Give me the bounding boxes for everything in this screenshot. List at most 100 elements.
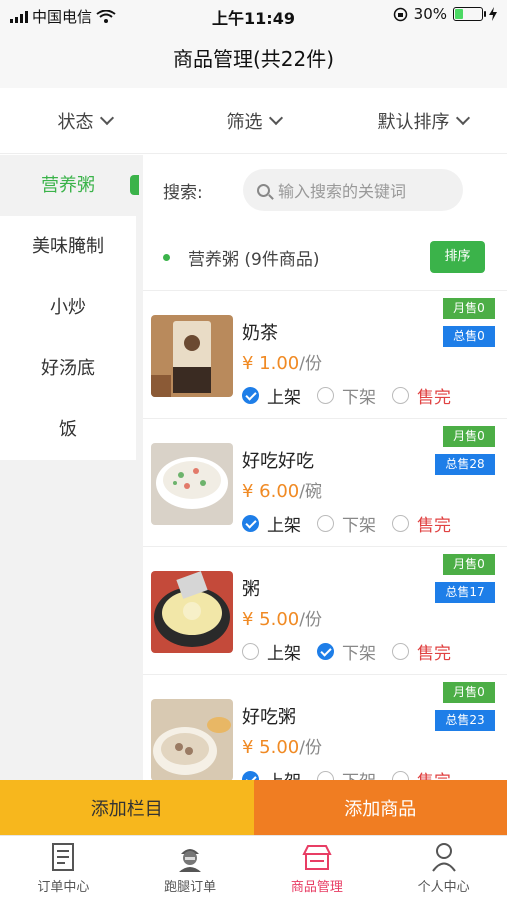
battery-icon: [453, 7, 486, 21]
filter-label: 筛选: [226, 111, 263, 133]
monthly-sales-badge: 月售0: [443, 426, 495, 447]
sort-button[interactable]: 排序: [430, 241, 485, 273]
product-price: ¥ 1.00/份: [242, 349, 322, 374]
battery-area: 30%: [393, 5, 497, 23]
tab-personal-center[interactable]: 个人中心: [380, 836, 507, 900]
sidebar-item-xiaochao[interactable]: 小炒: [0, 277, 136, 338]
status-sold-out-label: 售完: [417, 644, 451, 664]
status-sold-out-label: 售完: [417, 767, 451, 780]
product-item[interactable]: 好吃好吃 ¥ 6.00/碗 上架 下架 售完 月售0 总售28: [143, 419, 507, 547]
product-name: 奶茶: [242, 323, 278, 344]
status-on-radio[interactable]: 上架: [242, 383, 301, 408]
product-item[interactable]: 好吃粥 ¥ 5.00/份 上架 下架 售完 月售0 总售23: [143, 675, 507, 780]
product-list-panel: 搜索: 输入搜索的关键词 营养粥 (9件商品) 排序 奶茶 ¥ 1.00/份 上…: [143, 155, 507, 780]
radio-icon: [392, 515, 409, 532]
status-sold-out-radio[interactable]: 售完: [392, 639, 451, 664]
status-sold-out-radio[interactable]: 售完: [392, 511, 451, 536]
status-on-label: 上架: [267, 767, 301, 780]
filter-status-dropdown[interactable]: 状态: [0, 88, 169, 153]
sidebar-item-haotangdi[interactable]: 好汤底: [0, 338, 136, 399]
price-value: ¥ 5.00: [242, 737, 300, 758]
filter-screen-dropdown[interactable]: 筛选: [169, 88, 338, 153]
page-title: 商品管理(共22件): [0, 30, 507, 88]
status-radio-group: 上架 下架 售完: [242, 511, 467, 536]
status-on-label: 上架: [267, 644, 301, 664]
active-indicator: [130, 175, 139, 195]
add-product-button[interactable]: 添加商品: [253, 780, 507, 835]
status-radio-group: 上架 下架 售完: [242, 767, 467, 780]
total-sales-badge: 总售23: [435, 710, 495, 731]
tab-product-management[interactable]: 商品管理: [254, 836, 381, 900]
product-name: 粥: [242, 579, 260, 600]
status-sold-out-radio[interactable]: 售完: [392, 383, 451, 408]
price-unit: /份: [299, 610, 322, 630]
total-sales-badge: 总售0: [443, 326, 495, 347]
store-icon: [302, 844, 332, 870]
category-title: 营养粥 (9件商品): [188, 250, 320, 270]
product-price: ¥ 5.00/份: [242, 605, 322, 630]
product-price: ¥ 6.00/碗: [242, 477, 322, 502]
search-row: 搜索: 输入搜索的关键词: [143, 155, 507, 225]
radio-icon: [317, 515, 334, 532]
radio-icon: [392, 771, 409, 780]
tab-label: 订单中心: [37, 879, 90, 895]
status-on-radio[interactable]: 上架: [242, 511, 301, 536]
status-off-radio[interactable]: 下架: [317, 383, 376, 408]
filter-label: 默认排序: [377, 111, 450, 133]
orientation-lock-icon: [393, 7, 407, 21]
status-sold-out-radio[interactable]: 售完: [392, 767, 451, 780]
status-off-label: 下架: [342, 516, 376, 536]
tab-errand-orders[interactable]: 跑腿订单: [127, 836, 254, 900]
product-price: ¥ 5.00/份: [242, 733, 322, 758]
monthly-sales-badge: 月售0: [443, 298, 495, 319]
status-radio-group: 上架 下架 售完: [242, 383, 467, 408]
sidebar-item-weiweiyanzhi[interactable]: 美味腌制: [0, 216, 136, 277]
battery-percent: 30%: [413, 5, 447, 23]
tab-order-center[interactable]: 订单中心: [0, 836, 127, 900]
search-label: 搜索:: [163, 182, 203, 203]
search-placeholder: 输入搜索的关键词: [278, 182, 407, 201]
radio-checked-icon: [242, 771, 259, 780]
product-name: 好吃粥: [242, 707, 296, 728]
radio-icon: [392, 643, 409, 660]
person-icon: [431, 842, 456, 872]
status-off-radio[interactable]: 下架: [317, 511, 376, 536]
radio-icon: [242, 643, 259, 660]
radio-icon: [317, 387, 334, 404]
status-off-label: 下架: [342, 644, 376, 664]
category-dot: [163, 254, 170, 261]
chevron-down-icon: [268, 110, 283, 125]
add-column-button[interactable]: 添加栏目: [0, 780, 254, 835]
price-unit: /份: [299, 354, 322, 374]
radio-icon: [392, 387, 409, 404]
status-on-label: 上架: [267, 516, 301, 536]
sidebar-item-yingyangzhou[interactable]: 营养粥: [0, 155, 136, 216]
status-on-radio[interactable]: 上架: [242, 639, 301, 664]
action-buttons: 添加栏目 添加商品: [0, 780, 507, 835]
search-input[interactable]: 输入搜索的关键词: [243, 169, 463, 211]
product-item[interactable]: 奶茶 ¥ 1.00/份 上架 下架 售完 月售0 总售0: [143, 291, 507, 419]
product-item[interactable]: 粥 ¥ 5.00/份 上架 下架 售完 月售0 总售17: [143, 547, 507, 675]
category-sidebar: 营养粥 美味腌制 小炒 好汤底 饭: [0, 155, 143, 780]
status-on-radio[interactable]: 上架: [242, 767, 301, 780]
monthly-sales-badge: 月售0: [443, 554, 495, 575]
radio-checked-icon: [242, 515, 259, 532]
sidebar-item-fan[interactable]: 饭: [0, 399, 136, 460]
total-sales-badge: 总售28: [435, 454, 495, 475]
courier-icon: [179, 848, 202, 872]
price-value: ¥ 6.00: [242, 481, 300, 502]
product-image-congee: [151, 571, 233, 653]
status-radio-group: 上架 下架 售完: [242, 639, 467, 664]
status-sold-out-label: 售完: [417, 388, 451, 408]
tab-bar: 订单中心 跑腿订单 商品管理 个人中心: [0, 835, 507, 900]
chevron-down-icon: [455, 110, 470, 125]
status-off-radio[interactable]: 下架: [317, 639, 376, 664]
total-sales-badge: 总售17: [435, 582, 495, 603]
filter-bar: 状态 筛选 默认排序: [0, 88, 507, 154]
document-icon: [52, 842, 75, 871]
tab-label: 个人中心: [417, 879, 470, 895]
price-value: ¥ 5.00: [242, 609, 300, 630]
radio-checked-icon: [242, 387, 259, 404]
status-off-radio[interactable]: 下架: [317, 767, 376, 780]
filter-sort-dropdown[interactable]: 默认排序: [338, 88, 507, 153]
